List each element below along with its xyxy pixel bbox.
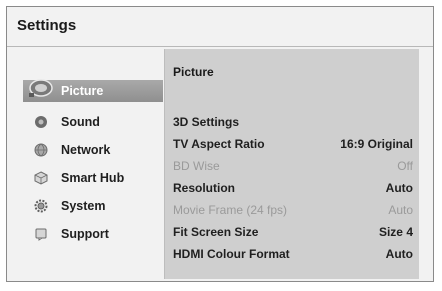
setting-row-fit-screen-size[interactable]: Fit Screen Size Size 4 <box>173 221 413 243</box>
sidebar-item-network[interactable]: Network <box>23 136 163 164</box>
setting-value: Auto <box>385 247 413 261</box>
setting-row-resolution[interactable]: Resolution Auto <box>173 177 413 199</box>
setting-value: Size 4 <box>378 225 413 239</box>
network-icon <box>23 143 59 157</box>
setting-row-3d-settings[interactable]: 3D Settings <box>173 111 413 133</box>
panel-title: Picture <box>173 65 214 79</box>
sidebar-item-label: Picture <box>61 84 104 98</box>
sidebar-item-label: Sound <box>61 115 100 129</box>
title-divider <box>7 46 433 47</box>
smart-hub-icon <box>23 171 59 185</box>
setting-row-hdmi-colour-format[interactable]: HDMI Colour Format Auto <box>173 243 413 265</box>
setting-label: Resolution <box>173 181 235 195</box>
support-icon <box>23 227 59 241</box>
picture-settings-panel: Picture 3D Settings TV Aspect Ratio 16:9… <box>164 49 419 279</box>
setting-value: Auto <box>388 203 413 217</box>
sidebar-item-smart-hub[interactable]: Smart Hub <box>23 164 163 192</box>
picture-icon <box>23 79 59 103</box>
setting-value: 16:9 Original <box>340 137 413 151</box>
settings-window: Settings Picture Sound Network Smart Hub… <box>6 6 434 282</box>
sound-icon <box>23 115 59 129</box>
sidebar-item-sound[interactable]: Sound <box>23 108 163 136</box>
setting-label: TV Aspect Ratio <box>173 137 265 151</box>
sidebar-item-support[interactable]: Support <box>23 220 163 248</box>
page-title: Settings <box>17 17 77 34</box>
sidebar-item-label: Smart Hub <box>61 171 125 185</box>
setting-label: Movie Frame (24 fps) <box>173 203 288 217</box>
sidebar-item-label: System <box>61 199 106 213</box>
sidebar-item-label: Support <box>61 227 109 241</box>
sidebar-item-system[interactable]: System <box>23 192 163 220</box>
setting-value: Auto <box>385 181 413 195</box>
setting-label: 3D Settings <box>173 115 240 129</box>
setting-row-tv-aspect-ratio[interactable]: TV Aspect Ratio 16:9 Original <box>173 133 413 155</box>
setting-value: Off <box>397 159 413 173</box>
setting-label: Fit Screen Size <box>173 225 259 239</box>
settings-list: 3D Settings TV Aspect Ratio 16:9 Origina… <box>173 111 413 265</box>
sidebar-item-label: Network <box>61 143 111 157</box>
setting-row-movie-frame: Movie Frame (24 fps) Auto <box>173 199 413 221</box>
system-gear-icon <box>23 199 59 213</box>
setting-row-bd-wise: BD Wise Off <box>173 155 413 177</box>
setting-label: HDMI Colour Format <box>173 247 290 261</box>
sidebar-item-picture[interactable]: Picture <box>23 79 163 103</box>
settings-sidebar: Picture Sound Network Smart Hub System S… <box>23 79 163 248</box>
setting-label: BD Wise <box>173 159 220 173</box>
